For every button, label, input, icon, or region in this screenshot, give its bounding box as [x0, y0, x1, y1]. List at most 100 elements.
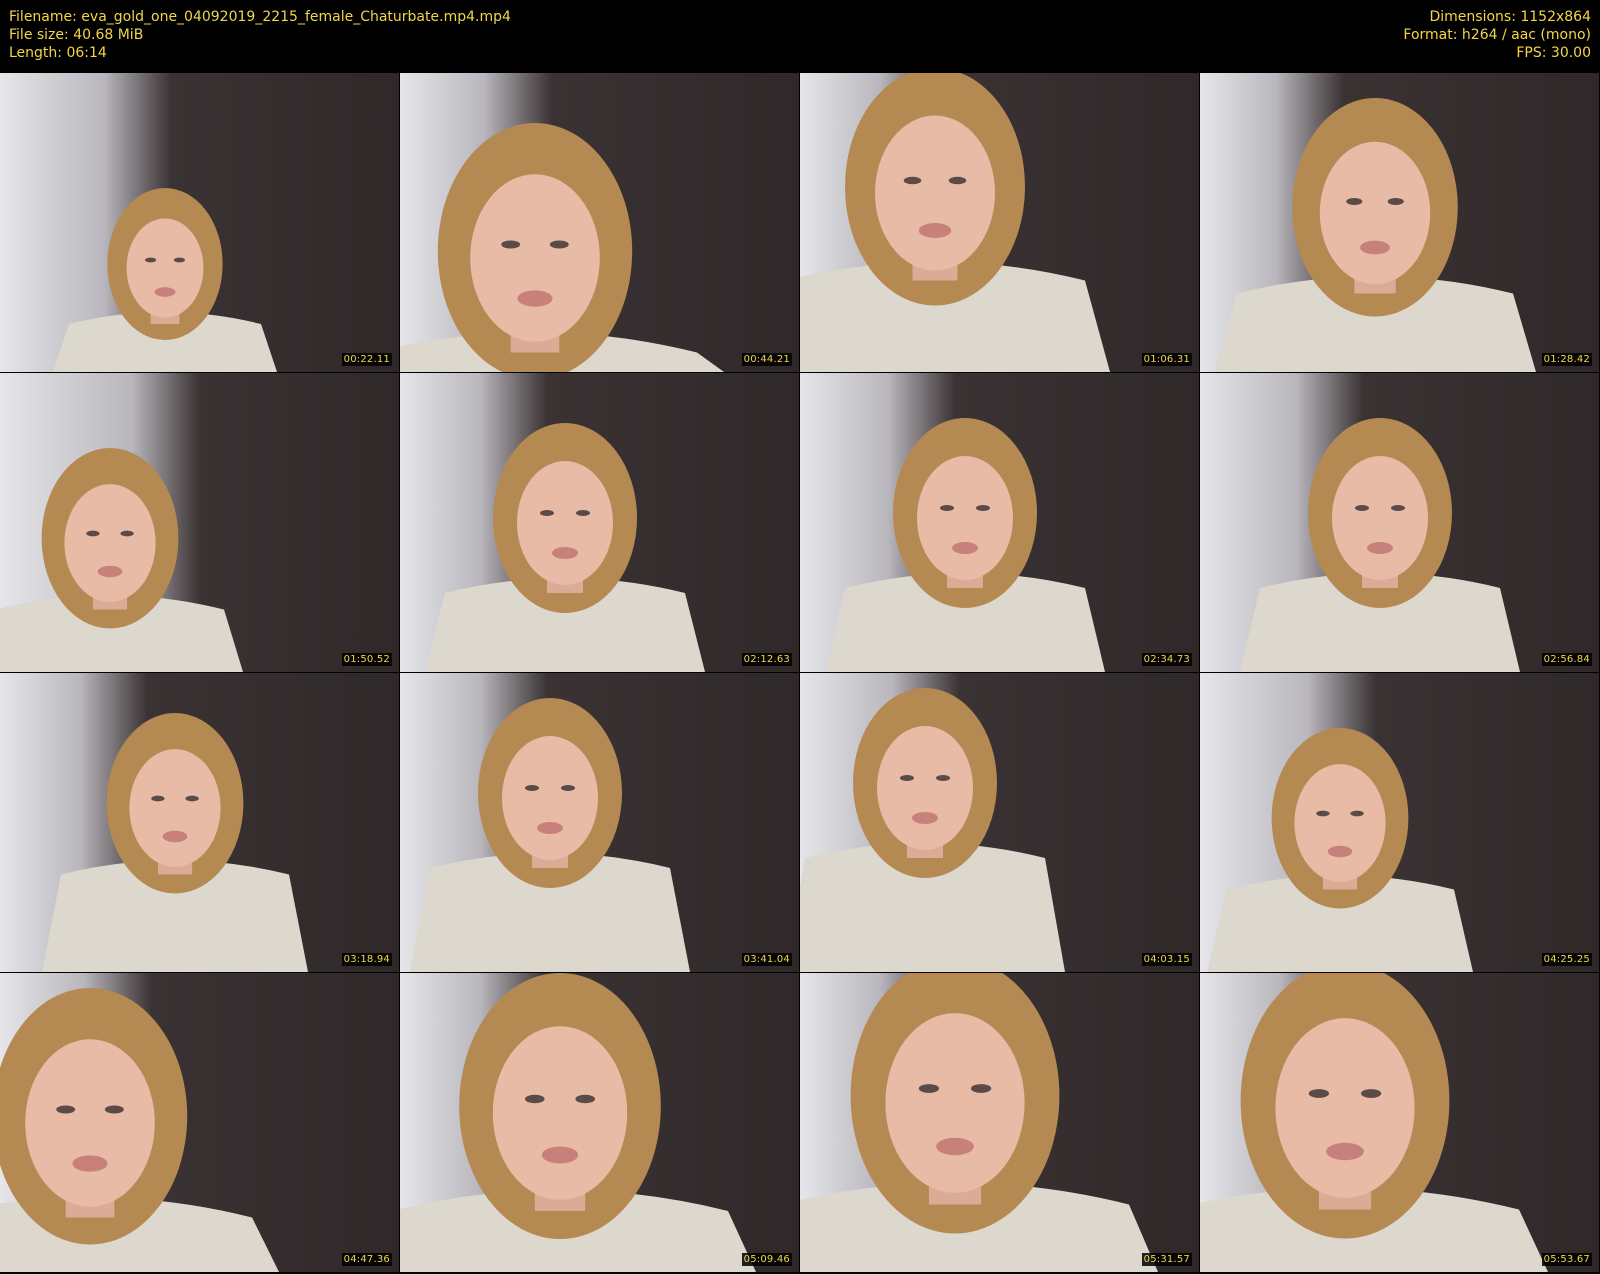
timestamp-label: 00:22.11	[341, 353, 392, 366]
lips-shape	[537, 822, 563, 834]
eye-shape	[1346, 198, 1363, 205]
eye-shape	[970, 1084, 992, 1093]
eye-shape	[86, 530, 100, 537]
face-shape	[470, 174, 600, 342]
eye-shape	[540, 510, 554, 516]
face-shape	[25, 1039, 155, 1207]
thumbnail[interactable]: 05:09.46	[400, 973, 799, 1272]
eye-shape	[1355, 505, 1369, 511]
face-shape	[877, 726, 973, 850]
thumbnail[interactable]: 03:18.94	[0, 673, 399, 972]
timestamp-label: 00:44.21	[741, 353, 792, 366]
thumbnail[interactable]: 02:12.63	[400, 373, 799, 672]
eye-shape	[948, 176, 967, 185]
thumbnail[interactable]: 04:47.36	[0, 973, 399, 1272]
video-frame-image	[0, 373, 399, 672]
lips-shape	[162, 830, 188, 843]
timestamp-label: 05:53.67	[1541, 1253, 1592, 1266]
thumbnail-grid: 00:22.11 00:44.21 01:06.31 01:28.42 01:5…	[0, 73, 1600, 1274]
face-shape	[875, 115, 995, 271]
format-text: Format: h264 / aac (mono)	[1403, 27, 1591, 43]
lips-shape	[517, 290, 553, 307]
eye-shape	[1391, 505, 1405, 511]
lips-shape	[936, 1137, 974, 1156]
eye-shape	[940, 505, 954, 511]
video-frame-image	[400, 373, 799, 672]
lips-shape	[912, 812, 938, 824]
lips-shape	[918, 223, 952, 238]
eye-shape	[549, 240, 569, 249]
face-shape	[517, 461, 613, 585]
video-frame-image	[400, 73, 799, 372]
thumbnail[interactable]: 02:34.73	[800, 373, 1199, 672]
eye-shape	[145, 257, 157, 263]
video-frame-image	[800, 73, 1199, 372]
lips-shape	[1367, 542, 1393, 554]
eye-shape	[976, 505, 990, 511]
thumbnail[interactable]: 05:31.57	[800, 973, 1199, 1272]
timestamp-label: 04:25.25	[1541, 953, 1592, 966]
timestamp-label: 02:34.73	[1141, 653, 1192, 666]
eye-shape	[1308, 1089, 1330, 1098]
thumbnail[interactable]: 00:22.11	[0, 73, 399, 372]
eye-shape	[525, 1094, 545, 1104]
lips-shape	[1326, 1142, 1364, 1161]
lips-shape	[952, 542, 978, 554]
timestamp-label: 05:31.57	[1141, 1253, 1192, 1266]
lips-shape	[97, 565, 123, 578]
eye-shape	[185, 795, 199, 802]
video-frame-image	[800, 973, 1199, 1272]
length-text: Length: 06:14	[9, 45, 107, 61]
video-frame-image	[1200, 973, 1599, 1272]
thumbnail[interactable]: 02:56.84	[1200, 373, 1599, 672]
dimensions-text: Dimensions: 1152x864	[1429, 9, 1591, 25]
lips-shape	[1360, 240, 1390, 255]
face-shape	[1294, 764, 1386, 882]
video-frame-image	[1200, 673, 1599, 972]
eye-shape	[1387, 198, 1404, 205]
lips-shape	[1327, 845, 1353, 858]
thumbnail[interactable]: 04:25.25	[1200, 673, 1599, 972]
timestamp-label: 04:47.36	[341, 1253, 392, 1266]
fps-text: FPS: 30.00	[1516, 45, 1591, 61]
thumbnail[interactable]: 01:50.52	[0, 373, 399, 672]
eye-shape	[576, 510, 590, 516]
video-frame-image	[400, 673, 799, 972]
eye-shape	[501, 240, 521, 249]
eye-shape	[173, 257, 185, 263]
eye-shape	[525, 785, 539, 791]
timestamp-label: 02:56.84	[1541, 653, 1592, 666]
eye-shape	[1316, 810, 1330, 817]
eye-shape	[151, 795, 165, 802]
eye-shape	[1350, 810, 1364, 817]
face-shape	[1332, 456, 1428, 580]
timestamp-label: 05:09.46	[741, 1253, 792, 1266]
timestamp-label: 02:12.63	[741, 653, 792, 666]
video-frame-image	[800, 673, 1199, 972]
thumbnail[interactable]: 05:53.67	[1200, 973, 1599, 1272]
video-frame-image	[1200, 73, 1599, 372]
face-shape	[1275, 1018, 1415, 1198]
thumbnail[interactable]: 00:44.21	[400, 73, 799, 372]
timestamp-label: 03:41.04	[741, 953, 792, 966]
eye-shape	[575, 1094, 595, 1104]
timestamp-label: 01:50.52	[341, 653, 392, 666]
eye-shape	[56, 1105, 76, 1114]
video-frame-image	[0, 673, 399, 972]
lips-shape	[541, 1146, 579, 1164]
thumbnail[interactable]: 01:28.42	[1200, 73, 1599, 372]
timestamp-label: 04:03.15	[1141, 953, 1192, 966]
eye-shape	[903, 176, 922, 185]
eye-shape	[900, 775, 914, 781]
video-frame-image	[0, 73, 399, 372]
timestamp-label: 03:18.94	[341, 953, 392, 966]
contact-sheet-header: Filename: eva_gold_one_04092019_2215_fem…	[0, 0, 1600, 73]
thumbnail[interactable]: 04:03.15	[800, 673, 1199, 972]
eye-shape	[918, 1084, 940, 1093]
video-frame-image	[0, 973, 399, 1272]
thumbnail[interactable]: 03:41.04	[400, 673, 799, 972]
stream-info: Dimensions: 1152x864 Format: h264 / aac …	[1403, 8, 1591, 62]
face-shape	[129, 749, 221, 867]
thumbnail[interactable]: 01:06.31	[800, 73, 1199, 372]
eye-shape	[120, 530, 134, 537]
